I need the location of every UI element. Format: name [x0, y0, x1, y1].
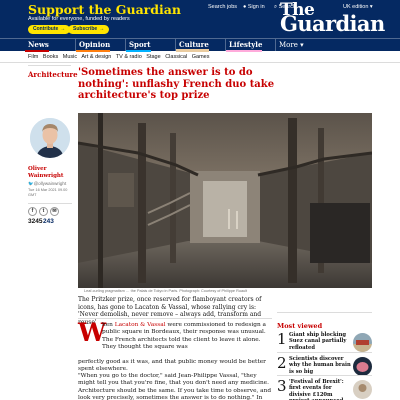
- contribute-label: Contribute: [33, 26, 59, 32]
- edition-selector[interactable]: UK edition ▾: [343, 4, 373, 10]
- arrow-right-icon: →: [60, 26, 66, 32]
- chevron-down-icon: ▾: [300, 41, 304, 49]
- facebook-icon[interactable]: f: [28, 207, 37, 216]
- nav-more[interactable]: More ▾: [275, 39, 304, 51]
- body-rule: [78, 318, 272, 319]
- edition-label: UK edition: [343, 4, 369, 10]
- article-headline: 'Sometimes the answer is to do nothing':…: [78, 67, 275, 101]
- most-viewed-thumbnail: [353, 357, 372, 376]
- body-paragraph-1: hen Lacaton & Vassal were commissioned t…: [102, 322, 274, 352]
- sign-in-label: Sign in: [247, 4, 265, 10]
- p1-start: hen: [102, 322, 115, 328]
- nav-sport[interactable]: Sport: [125, 39, 151, 52]
- lacaton-vassal-link[interactable]: Lacaton & Vassal: [115, 322, 166, 328]
- most-viewed-thumbnail: [353, 380, 372, 399]
- most-viewed-rule: [277, 312, 372, 313]
- meta-rule: [28, 65, 71, 66]
- subscribe-button[interactable]: Subscribe →: [68, 25, 110, 34]
- nav-culture[interactable]: Culture: [175, 39, 209, 52]
- nav-sport-label: Sport: [129, 40, 151, 49]
- body-paragraph-1-end: perfectly good as it was, and that publi…: [78, 359, 266, 373]
- brain-thumbnail: [353, 357, 372, 376]
- author-avatar: [30, 118, 70, 158]
- palais-de-tokyo-photo: [78, 113, 372, 288]
- chevron-down-icon: ▾: [369, 4, 373, 10]
- author-handle-text: @ollywainwright: [33, 181, 67, 186]
- nav-news[interactable]: News: [25, 39, 49, 52]
- comment-count[interactable]: 243: [43, 218, 54, 225]
- ship-thumbnail: [353, 333, 372, 352]
- most-viewed-number: 2: [277, 354, 287, 372]
- subnav-art-design[interactable]: Art & design: [81, 54, 111, 60]
- subnav-film[interactable]: Film: [28, 54, 38, 60]
- share-count: 3245: [28, 218, 43, 225]
- author-portrait: [30, 118, 70, 158]
- most-viewed-separator: [277, 352, 372, 353]
- contribute-button[interactable]: Contribute →: [28, 25, 71, 34]
- most-viewed-thumbnail: [353, 333, 372, 352]
- subscribe-label: Subscribe: [73, 26, 98, 32]
- header-bar: Support the Guardian Available for every…: [0, 0, 400, 38]
- nav-culture-label: Culture: [179, 40, 209, 49]
- image-caption: Leaf-curling pragmatism … the Palais de …: [84, 289, 248, 293]
- main-photo[interactable]: [78, 113, 372, 288]
- user-icon: ●: [243, 4, 247, 10]
- most-viewed-number: 1: [277, 330, 287, 348]
- nav-opinion-label: Opinion: [79, 40, 111, 49]
- subnav-tv-radio[interactable]: TV & radio: [116, 54, 142, 60]
- arrow-right-icon: →: [99, 26, 105, 32]
- section-label[interactable]: Architecture: [28, 70, 78, 79]
- email-icon[interactable]: ✉: [50, 207, 59, 216]
- support-title: Support the Guardian: [28, 2, 181, 17]
- most-viewed-headline: Giant ship blocking Suez canal partially…: [289, 332, 347, 351]
- nav-more-label: More: [279, 41, 298, 49]
- search-jobs-link[interactable]: Search jobs: [208, 4, 237, 10]
- logo-guardian[interactable]: Guardian: [280, 11, 385, 36]
- body-paragraph-2: "When you go to the doctor," said Jean-P…: [78, 373, 272, 400]
- most-viewed-headline: Scientists discover why the human brain …: [289, 356, 351, 375]
- sign-in-link[interactable]: ● Sign in: [243, 4, 265, 10]
- most-viewed-number: 3: [277, 377, 287, 395]
- subnav-music[interactable]: Music: [63, 54, 77, 60]
- subnav-games[interactable]: Games: [192, 54, 210, 60]
- support-subtitle: Available for everyone, funded by reader…: [28, 16, 130, 22]
- twitter-share-icon[interactable]: t: [39, 207, 48, 216]
- subnav-stage[interactable]: Stage: [146, 54, 160, 60]
- most-viewed-title: Most viewed: [277, 322, 323, 330]
- nav-lifestyle[interactable]: Lifestyle: [225, 39, 263, 52]
- most-viewed-headline: 'Festival of Brexit': first events for d…: [289, 379, 344, 400]
- meta-divider: [28, 203, 72, 204]
- nav-lifestyle-label: Lifestyle: [229, 40, 263, 49]
- nav-opinion[interactable]: Opinion: [75, 39, 111, 52]
- most-viewed-separator: [277, 375, 372, 376]
- nav-news-label: News: [28, 40, 49, 49]
- culture-subnav: Film Books Music Art & design TV & radio…: [0, 51, 400, 63]
- subnav-classical[interactable]: Classical: [165, 54, 187, 60]
- primary-nav: News Opinion Sport Culture Lifestyle Mor…: [0, 38, 400, 52]
- author-name[interactable]: Oliver Wainwright: [28, 166, 63, 180]
- festival-thumbnail: [353, 380, 372, 399]
- subnav-books[interactable]: Books: [43, 54, 58, 60]
- search-icon: ⌕: [274, 4, 278, 10]
- publish-date: Tue 16 Mar 2021 09.00 GMT: [28, 188, 68, 197]
- author-twitter-handle[interactable]: 🐦@ollywainwright: [28, 181, 66, 187]
